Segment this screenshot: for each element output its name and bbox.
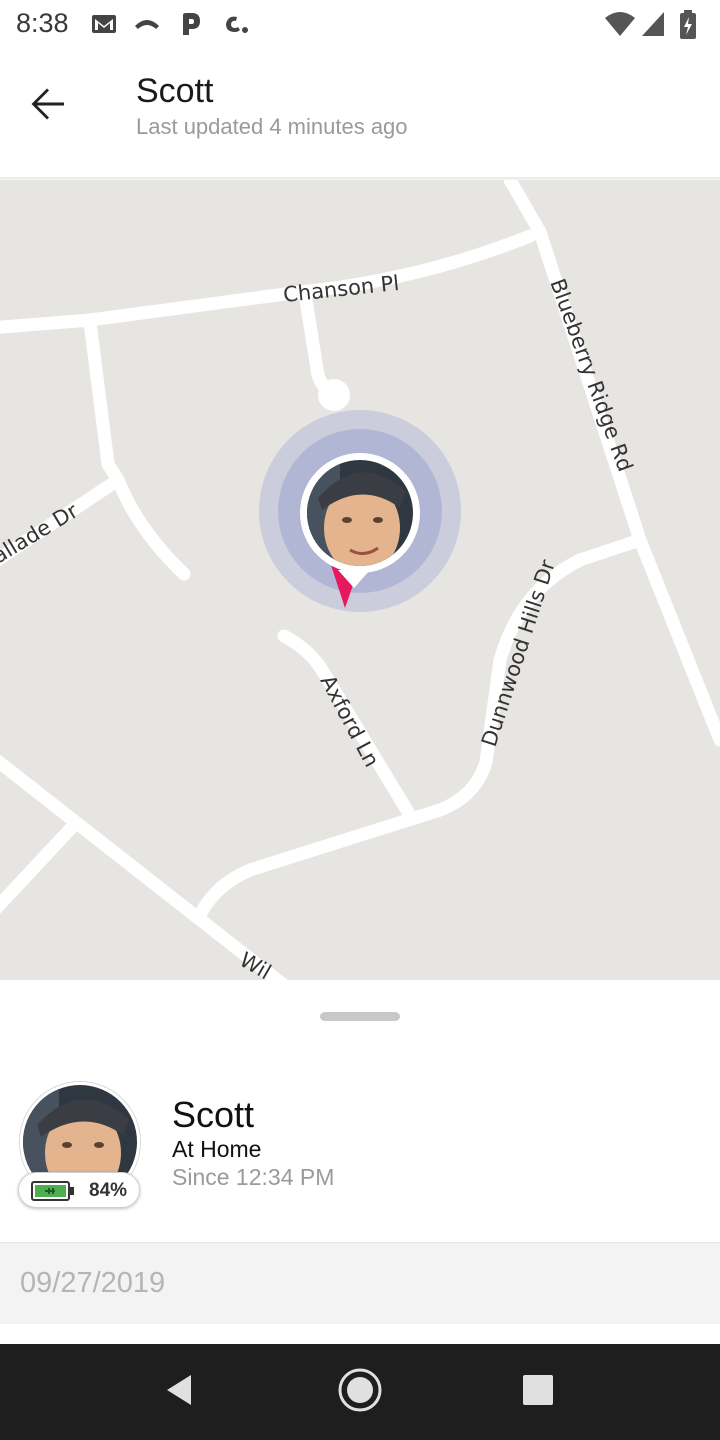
member-name: Scott	[172, 1094, 255, 1135]
p-app-icon	[178, 10, 204, 43]
member-since: Since 12:34 PM	[172, 1164, 335, 1190]
app-header: Scott Last updated 4 minutes ago	[0, 52, 720, 178]
nav-recents-button[interactable]	[512, 1366, 564, 1418]
street-label-axford: Axford Ln	[316, 671, 384, 771]
street-label-chanson: Chanson Pl	[282, 271, 400, 307]
c-app-icon	[220, 10, 250, 43]
arrow-back-icon	[28, 84, 68, 129]
battery-icon	[31, 1181, 75, 1206]
page-title: Scott	[136, 72, 214, 110]
back-triangle-icon	[163, 1373, 197, 1412]
wifi-icon	[604, 10, 636, 43]
street-label-dunnwood: Dunnwood Hills Dr	[477, 557, 560, 750]
status-time: 8:38	[16, 8, 69, 38]
battery-charging-icon	[678, 10, 698, 45]
battery-percent: 84%	[89, 1180, 128, 1201]
gmail-icon	[90, 10, 118, 43]
missed-call-icon	[132, 10, 162, 43]
cell-signal-icon	[640, 10, 666, 43]
nav-back-button[interactable]	[154, 1366, 206, 1418]
street-label-blueberry: Blueberry Ridge Rd	[545, 276, 637, 475]
recents-square-icon	[522, 1374, 554, 1411]
last-updated-text: Last updated 4 minutes ago	[136, 114, 408, 139]
member-place: At Home	[172, 1136, 262, 1162]
history-date: 09/27/2019	[20, 1267, 166, 1299]
map-view[interactable]: Chanson Pl Blueberry Ridge Rd allade Dr …	[0, 180, 720, 980]
home-circle-icon	[337, 1367, 383, 1418]
system-nav-bar	[0, 1344, 720, 1440]
nav-home-button[interactable]	[334, 1366, 386, 1418]
sheet-drag-handle[interactable]	[320, 1012, 400, 1021]
street-label-allade: allade Dr	[0, 499, 82, 569]
map-roads: Chanson Pl Blueberry Ridge Rd allade Dr …	[0, 180, 720, 980]
battery-badge: 84%	[18, 1172, 140, 1208]
back-button[interactable]	[20, 78, 76, 134]
status-bar: 8:38	[0, 0, 720, 52]
history-date-header: 09/27/2019	[0, 1242, 720, 1324]
